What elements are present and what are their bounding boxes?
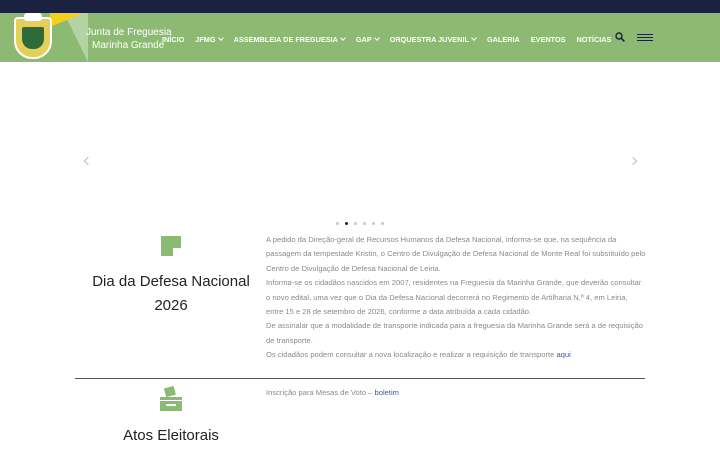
- nav-label: EVENTOS: [530, 34, 566, 44]
- coat-of-arms-icon: [14, 13, 52, 59]
- nav-item-gap[interactable]: GAP: [355, 34, 380, 44]
- crest-crown: [24, 13, 42, 21]
- nav-label: NOTÍCIAS: [576, 34, 612, 44]
- news-item: Atos Eleitorais Inscrição para Mesas de …: [75, 384, 645, 450]
- nav-item-orquestra[interactable]: ORQUESTRA JUVENIL: [389, 34, 477, 44]
- logo[interactable]: Junta de Freguesia Marinha Grande: [0, 13, 175, 62]
- news-paragraph-text: Inscrição para Mesas de Voto –: [266, 388, 373, 397]
- news-title-line-2: 2026: [154, 297, 188, 314]
- chevron-down-icon: [373, 35, 380, 41]
- nav-item-galeria[interactable]: GALERIA: [487, 35, 520, 44]
- nav-label: GAP: [355, 34, 372, 44]
- nav-label: GALERIA: [486, 34, 520, 44]
- news-link[interactable]: aqui: [556, 350, 570, 359]
- news-title[interactable]: Dia da Defesa Nacional 2026: [75, 270, 267, 318]
- crest-shield: [22, 27, 44, 49]
- news-body: Inscrição para Mesas de Voto – boletim: [266, 386, 646, 400]
- ballot-box-icon: [160, 386, 182, 411]
- slider-dot[interactable]: [354, 222, 357, 225]
- logo-text: Junta de Freguesia Marinha Grande: [86, 26, 172, 52]
- nav-label: JFMG: [195, 34, 216, 44]
- slider-dot[interactable]: [363, 222, 366, 225]
- section-divider: [75, 378, 645, 379]
- nav-label: INÍCIO: [162, 34, 185, 44]
- nav-item-inicio[interactable]: INÍCIO: [162, 35, 184, 44]
- nav-item-jfmg[interactable]: JFMG: [195, 34, 224, 44]
- nav-label: ORQUESTRA JUVENIL: [389, 34, 469, 44]
- nav-label: ASSEMBLEIA DE FREGUESIA: [233, 34, 338, 44]
- slider-dot[interactable]: [372, 222, 375, 225]
- slider-next-arrow-icon[interactable]: [628, 156, 638, 166]
- nav-item-eventos[interactable]: EVENTOS: [531, 35, 566, 44]
- nav-item-assembleia[interactable]: ASSEMBLEIA DE FREGUESIA: [233, 34, 346, 44]
- news-paragraph: Inscrição para Mesas de Voto – boletim: [266, 386, 646, 400]
- news-title-line-1: Dia da Defesa Nacional: [92, 273, 250, 290]
- chevron-down-icon: [217, 35, 224, 41]
- logo-yellow-wedge: [50, 13, 84, 27]
- nav-item-noticias[interactable]: NOTÍCIAS: [577, 35, 612, 44]
- news-item: Dia da Defesa Nacional 2026 A pedido da …: [75, 232, 645, 372]
- logo-line-2: Marinha Grande: [92, 40, 165, 51]
- news-link[interactable]: boletim: [375, 388, 399, 397]
- logo-line-1: Junta de Freguesia: [86, 27, 172, 38]
- news-paragraph: De assinalar que a modalidade de transpo…: [266, 321, 643, 345]
- hamburger-icon[interactable]: [637, 34, 653, 42]
- news-paragraph-text: Os cidadãos podem consultar a nova local…: [266, 350, 555, 360]
- slider-prev-arrow-icon[interactable]: [83, 156, 93, 166]
- slider-dots: [336, 222, 390, 225]
- slider-dot[interactable]: [336, 222, 339, 225]
- image-slider: [0, 62, 720, 232]
- news-paragraph: Os cidadãos podem consultar a nova local…: [266, 348, 646, 362]
- slider-dot-active[interactable]: [345, 222, 348, 225]
- news-title-line-1: Atos Eleitorais: [123, 427, 219, 444]
- top-strip: [0, 0, 720, 13]
- chevron-down-icon: [340, 35, 346, 41]
- news-paragraph: A pedido da Direção-geral de Recursos Hu…: [266, 235, 646, 273]
- slider-dot[interactable]: [381, 222, 384, 225]
- news-paragraph: Informa-se os cidadãos nascidos em 2007,…: [266, 278, 642, 317]
- main-navbar: Junta de Freguesia Marinha Grande INÍCIO…: [0, 13, 720, 62]
- search-icon[interactable]: [615, 32, 625, 42]
- news-title[interactable]: Atos Eleitorais: [75, 424, 267, 448]
- note-icon: [161, 236, 181, 256]
- news-body: A pedido da Direção-geral de Recursos Hu…: [266, 233, 646, 363]
- main-menu: INÍCIO JFMG ASSEMBLEIA DE FREGUESIA GAP …: [162, 33, 622, 45]
- chevron-down-icon: [471, 35, 477, 41]
